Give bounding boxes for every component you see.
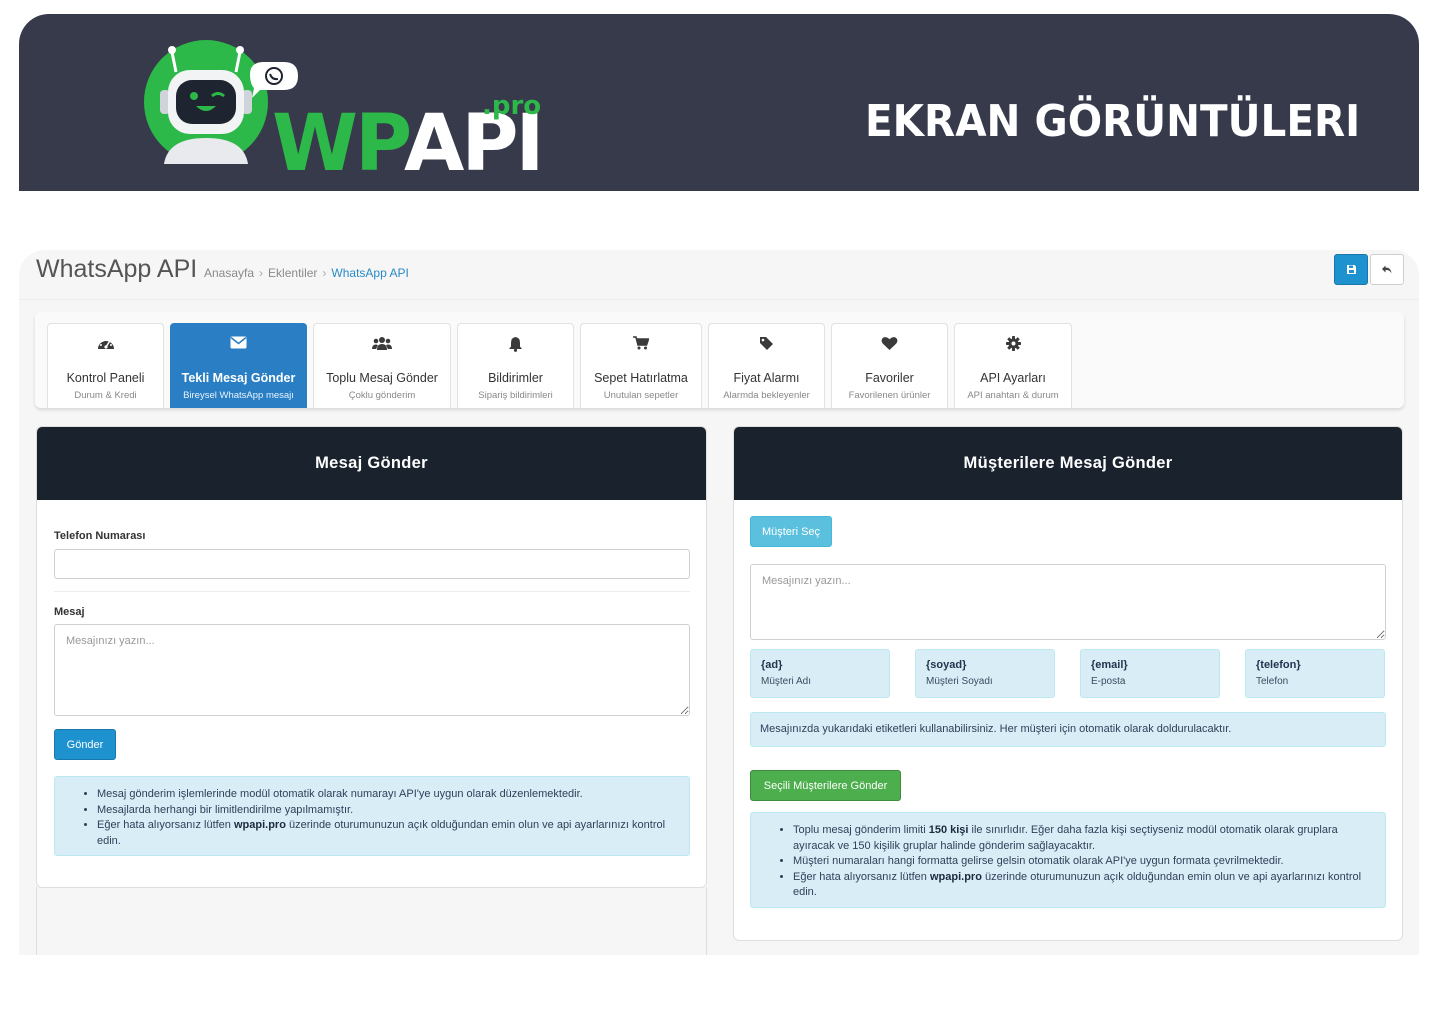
bulk-info-box: Toplu mesaj gönderim limiti 150 kişi ile… bbox=[750, 812, 1386, 908]
tag-ad: {ad} Müşteri Adı bbox=[750, 649, 890, 698]
banner-title: EKRAN GÖRÜNTÜLERI bbox=[865, 96, 1361, 147]
tab-sublabel: Çoklu gönderim bbox=[348, 390, 416, 401]
tab-bar: Kontrol Paneli Durum & Kredi Tekli Mesaj… bbox=[35, 312, 1404, 408]
tag-soyad: {soyad} Müşteri Soyadı bbox=[915, 649, 1055, 698]
save-button[interactable] bbox=[1334, 254, 1368, 285]
save-icon bbox=[1346, 265, 1356, 274]
info-item: Eğer hata alıyorsanız lütfen wpapi.pro ü… bbox=[793, 870, 1371, 901]
tab-sublabel: API anahtarı & durum bbox=[967, 390, 1059, 401]
tag-desc: Müşteri Adı bbox=[761, 676, 812, 687]
dashboard-icon bbox=[97, 340, 114, 349]
tab-label: Fiyat Alarmı bbox=[733, 371, 800, 385]
phone-input[interactable] bbox=[54, 549, 690, 579]
info-item: Mesaj gönderim işlemlerinde modül otomat… bbox=[97, 787, 675, 803]
tab-toplu-mesaj-gonder[interactable]: Toplu Mesaj Gönder Çoklu gönderim bbox=[313, 323, 451, 408]
tab-kontrol-paneli[interactable]: Kontrol Paneli Durum & Kredi bbox=[47, 323, 164, 408]
users-icon bbox=[372, 337, 392, 350]
send-info-box: Mesaj gönderim işlemlerinde modül otomat… bbox=[54, 776, 690, 856]
tag-key: {telefon} bbox=[1256, 659, 1301, 671]
tab-sepet-hatirlatma[interactable]: Sepet Hatırlatma Unutulan sepetler bbox=[580, 323, 702, 408]
tag-telefon: {telefon} Telefon bbox=[1245, 649, 1385, 698]
tab-label: Kontrol Paneli bbox=[66, 371, 145, 385]
select-customer-button[interactable]: Müşteri Seç bbox=[750, 516, 832, 547]
tab-sublabel: Favorilenen ürünler bbox=[848, 390, 931, 401]
info-item: Eğer hata alıyorsanız lütfen wpapi.pro ü… bbox=[97, 818, 675, 849]
wpapi-logo: WP API .pro bbox=[144, 40, 544, 170]
back-button[interactable] bbox=[1370, 254, 1404, 285]
logo-pro-text: .pro bbox=[482, 91, 541, 121]
bulk-message-panel-title: Müşterilere Mesaj Gönder bbox=[734, 427, 1402, 500]
tag-key: {email} bbox=[1091, 659, 1128, 671]
tab-fiyat-alarmi[interactable]: Fiyat Alarmı Alarmda bekleyenler bbox=[708, 323, 825, 408]
tab-tekli-mesaj-gonder[interactable]: Tekli Mesaj Gönder Bireysel WhatsApp mes… bbox=[170, 323, 307, 408]
tab-label: Tekli Mesaj Gönder bbox=[181, 371, 296, 385]
send-button[interactable]: Gönder bbox=[54, 729, 116, 760]
tab-api-ayarlari[interactable]: API Ayarları API anahtarı & durum bbox=[954, 323, 1072, 408]
tag-desc: Telefon bbox=[1256, 676, 1289, 687]
tab-sublabel: Unutulan sepetler bbox=[603, 390, 679, 401]
tab-favoriler[interactable]: Favoriler Favorilenen ürünler bbox=[831, 323, 948, 408]
breadcrumb-extensions[interactable]: Eklentiler bbox=[268, 266, 317, 280]
tab-bildirimler[interactable]: Bildirimler Sipariş bildirimleri bbox=[457, 323, 574, 408]
message-label: Mesaj bbox=[54, 606, 85, 618]
tag-email: {email} E-posta bbox=[1080, 649, 1220, 698]
tab-label: Bildirimler bbox=[488, 371, 543, 385]
cart-icon bbox=[633, 336, 649, 350]
message-textarea[interactable] bbox=[54, 624, 690, 716]
breadcrumb: Anasayfa › Eklentiler › WhatsApp API bbox=[204, 266, 409, 280]
left-panel-extension bbox=[36, 887, 707, 955]
tab-sublabel: Bireysel WhatsApp mesajı bbox=[183, 390, 294, 401]
tags-note: Mesajınızda yukarıdaki etiketleri kullan… bbox=[750, 712, 1386, 747]
breadcrumb-separator: › bbox=[322, 266, 327, 280]
bell-icon bbox=[509, 337, 522, 352]
tab-label: Sepet Hatırlatma bbox=[594, 371, 688, 385]
limit-text: 150 kişi bbox=[928, 824, 969, 836]
promo-banner: WP API .pro EKRAN GÖRÜNTÜLERI bbox=[19, 14, 1419, 191]
breadcrumb-separator: › bbox=[259, 266, 264, 280]
tab-sublabel: Durum & Kredi bbox=[74, 390, 137, 401]
tab-label: Favoriler bbox=[865, 371, 914, 385]
send-message-panel-title: Mesaj Gönder bbox=[37, 427, 706, 500]
tab-label: Toplu Mesaj Gönder bbox=[326, 371, 438, 385]
tag-icon bbox=[760, 337, 773, 350]
heart-icon bbox=[881, 337, 898, 350]
envelope-icon bbox=[230, 336, 247, 349]
info-item: Mesajlarda herhangi bir limitlendirilme … bbox=[97, 803, 675, 819]
tab-sublabel: Sipariş bildirimleri bbox=[478, 390, 553, 401]
tag-key: {soyad} bbox=[926, 659, 967, 671]
phone-label: Telefon Numarası bbox=[54, 530, 146, 542]
gear-icon bbox=[1005, 336, 1021, 351]
breadcrumb-home[interactable]: Anasayfa bbox=[204, 266, 254, 280]
app-window: WhatsApp API Anasayfa › Eklentiler › Wha… bbox=[19, 250, 1419, 955]
tab-label: API Ayarları bbox=[980, 371, 1046, 385]
wpapi-link: wpapi.pro bbox=[233, 819, 286, 831]
info-item: Müşteri numaraları hangi formatta gelirs… bbox=[793, 854, 1371, 870]
info-item: Toplu mesaj gönderim limiti 150 kişi ile… bbox=[793, 823, 1371, 854]
wpapi-link: wpapi.pro bbox=[929, 870, 982, 883]
breadcrumb-current[interactable]: WhatsApp API bbox=[331, 266, 408, 280]
tag-desc: E-posta bbox=[1091, 676, 1126, 687]
page-header: WhatsApp API Anasayfa › Eklentiler › Wha… bbox=[19, 250, 1419, 300]
bulk-message-textarea[interactable] bbox=[750, 564, 1386, 640]
reply-icon bbox=[1382, 265, 1392, 274]
divider bbox=[54, 591, 690, 592]
tag-key: {ad} bbox=[761, 659, 783, 671]
tab-sublabel: Alarmda bekleyenler bbox=[723, 390, 810, 401]
tag-desc: Müşteri Soyadı bbox=[926, 676, 993, 687]
page-title: WhatsApp API bbox=[36, 255, 198, 283]
logo-wp-text: WP bbox=[272, 99, 409, 170]
send-selected-button[interactable]: Seçili Müşterilere Gönder bbox=[750, 770, 901, 801]
